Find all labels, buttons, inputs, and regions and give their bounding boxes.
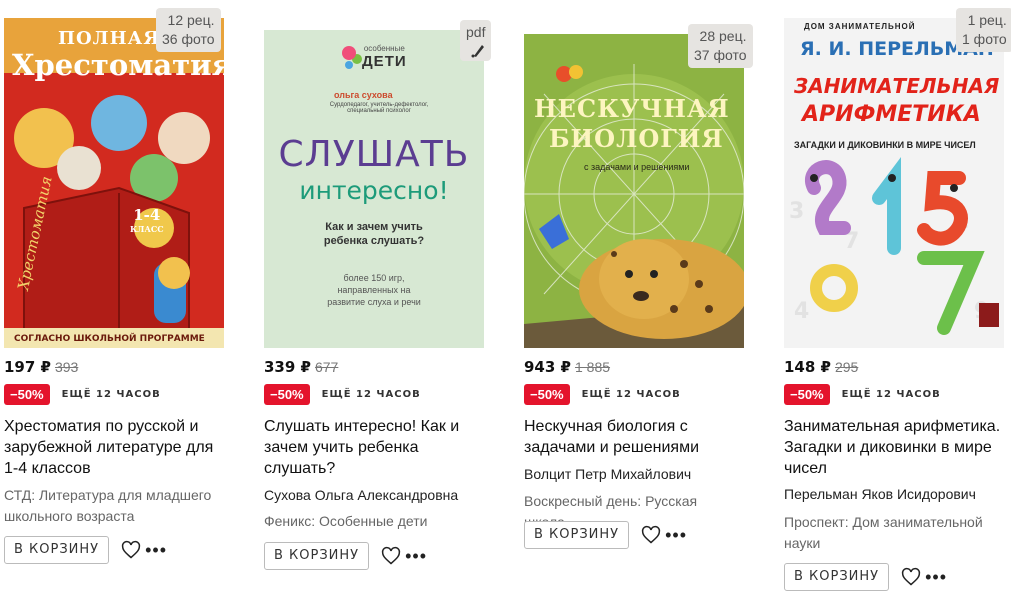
cover-bottom-text: СОГЛАСНО ШКОЛЬНОЙ ПРОГРАММЕ [14, 334, 205, 344]
promo-timer: ЕЩЁ 12 ЧАСОВ [61, 389, 161, 400]
cover-series: ДОМ ЗАНИМАТЕЛЬНОЙ [804, 22, 916, 31]
cover-grade-label: КЛАСС [130, 224, 164, 234]
discount-badge: −50% [4, 384, 50, 405]
heart-icon[interactable] [381, 546, 401, 566]
cover-grade-number: 1-4 [133, 206, 161, 224]
heart-icon[interactable] [121, 540, 141, 560]
review-photo-badge[interactable]: 12 рец. 36 фото [156, 8, 221, 52]
promo-timer: ЕЩЁ 12 ЧАСОВ [321, 389, 421, 400]
current-price: 943 ₽ [524, 358, 571, 376]
promo-timer: ЕЩЁ 12 ЧАСОВ [841, 389, 941, 400]
product-card: НЕСКУЧНАЯ БИОЛОГИЯ с задачами и решениям… [524, 0, 764, 602]
photo-count: 37 фото [694, 47, 747, 63]
logo-text: ДЕТИ [362, 53, 407, 70]
author-link[interactable]: Волцит Петр Михайлович [524, 466, 691, 482]
cover-title-line1: ЗАНИМАТЕЛЬНАЯ [794, 74, 1000, 98]
product-title-link[interactable]: Слушать интересно! Как и зачем учить реб… [264, 416, 489, 479]
cover-illustration: 37249 [784, 18, 1004, 348]
promo-row: −50% ЕЩЁ 12 ЧАСОВ [4, 384, 161, 405]
promo-row: −50% ЕЩЁ 12 ЧАСОВ [264, 384, 421, 405]
card-actions: В КОРЗИНУ ••• [264, 542, 427, 570]
review-count: 28 рец. [699, 28, 747, 44]
review-count: 1 рец. [967, 12, 1007, 28]
discount-badge: −50% [264, 384, 310, 405]
discount-badge: −50% [784, 384, 830, 405]
more-options-icon[interactable]: ••• [145, 541, 167, 559]
book-cover[interactable]: ПОЛНАЯ Хрестоматия 1-4 КЛАСС Хрестоматия… [4, 18, 224, 348]
svg-text:3: 3 [789, 199, 804, 224]
logo-flower-icon [342, 46, 356, 60]
old-price: 1 885 [574, 359, 611, 375]
cover-top-text: ПОЛНАЯ [58, 28, 161, 49]
current-price: 197 ₽ [4, 358, 51, 376]
current-price: 339 ₽ [264, 358, 311, 376]
cover-note: более 150 игр, направленных на развитие … [327, 273, 421, 307]
review-photo-badge[interactable]: 1 рец. 1 фото [956, 8, 1011, 52]
cover-title: Хрестоматия [12, 48, 224, 82]
product-title-link[interactable]: Нескучная биология с задачами и решениям… [524, 416, 749, 458]
card-actions: В КОРЗИНУ ••• [784, 563, 947, 591]
more-options-icon[interactable]: ••• [925, 568, 947, 586]
photo-count: 36 фото [162, 31, 215, 47]
author-link[interactable]: Перельман Яков Исидорович [784, 486, 976, 502]
more-options-icon[interactable]: ••• [405, 547, 427, 565]
cover-author-role: Сурдопедагог, учитель-дефектолог, специа… [329, 102, 429, 114]
cover-title-line1: НЕСКУЧНАЯ [534, 94, 730, 123]
cover-author: ольга сухова [334, 90, 393, 100]
author-link[interactable]: Сухова Ольга Александровна [264, 487, 458, 503]
old-price: 677 [314, 359, 339, 375]
cover-subtitle: ЗАГАДКИ И ДИКОВИНКИ В МИРЕ ЧИСЕЛ [794, 140, 976, 150]
promo-row: −50% ЕЩЁ 12 ЧАСОВ [524, 384, 681, 405]
discount-badge: −50% [524, 384, 570, 405]
pdf-badge[interactable]: pdf [460, 20, 492, 61]
cover-grade: 1-4 КЛАСС [130, 206, 164, 234]
publisher-logo: особенные ДЕТИ [342, 44, 407, 70]
promo-timer: ЕЩЁ 12 ЧАСОВ [581, 389, 681, 400]
photo-count: 1 фото [962, 31, 1007, 47]
book-cover[interactable]: 37249 ДОМ ЗАНИМАТЕЛЬНОЙ Я. И. ПЕРЕЛЬМАН … [784, 18, 1004, 348]
promo-row: −50% ЕЩЁ 12 ЧАСОВ [784, 384, 941, 405]
product-title-link[interactable]: Хрестоматия по русской и зарубежной лите… [4, 416, 229, 479]
pen-icon [471, 45, 485, 58]
cover-subtitle: с задачами и решениями [584, 162, 690, 172]
cover-subtitle: Как и зачем учить ребенка слушать? [323, 221, 425, 247]
current-price: 148 ₽ [784, 358, 831, 376]
publisher-link[interactable]: СТД: Литература для младшего школьного в… [4, 485, 219, 527]
card-actions: В КОРЗИНУ ••• [524, 521, 687, 549]
product-card: 37249 ДОМ ЗАНИМАТЕЛЬНОЙ Я. И. ПЕРЕЛЬМАН … [784, 0, 1011, 602]
heart-icon[interactable] [641, 525, 661, 545]
product-card: ПОЛНАЯ Хрестоматия 1-4 КЛАСС Хрестоматия… [4, 0, 244, 602]
old-price: 393 [54, 359, 79, 375]
add-to-cart-button[interactable]: В КОРЗИНУ [264, 542, 370, 570]
pdf-label: pdf [466, 24, 486, 40]
book-cover[interactable]: НЕСКУЧНАЯ БИОЛОГИЯ с задачами и решениям… [524, 34, 744, 348]
price-row: 339 ₽ 677 [264, 358, 338, 376]
publisher-link[interactable]: Феникс: Особенные дети [264, 511, 479, 532]
logo-small-text: особенные [363, 44, 405, 53]
add-to-cart-button[interactable]: В КОРЗИНУ [524, 521, 630, 549]
card-actions: В КОРЗИНУ ••• [4, 536, 167, 564]
add-to-cart-button[interactable]: В КОРЗИНУ [4, 536, 110, 564]
more-options-icon[interactable]: ••• [665, 526, 687, 544]
price-row: 148 ₽ 295 [784, 358, 858, 376]
book-cover[interactable]: особенные ДЕТИ ольга сухова Сурдопедагог… [264, 30, 484, 348]
cover-title-line2: интересно! [299, 176, 449, 205]
cover-title-line2: АРИФМЕТИКА [802, 102, 981, 127]
old-price: 295 [834, 359, 859, 375]
product-title-link[interactable]: Занимательная арифметика. Загадки и дико… [784, 416, 1009, 479]
publisher-link[interactable]: Проспект: Дом занимательной науки [784, 512, 999, 554]
price-row: 943 ₽ 1 885 [524, 358, 610, 376]
product-card: особенные ДЕТИ ольга сухова Сурдопедагог… [264, 0, 504, 602]
add-to-cart-button[interactable]: В КОРЗИНУ [784, 563, 890, 591]
heart-icon[interactable] [901, 567, 921, 587]
svg-text:4: 4 [794, 299, 809, 324]
review-count: 12 рец. [167, 12, 215, 28]
review-photo-badge[interactable]: 28 рец. 37 фото [688, 24, 753, 68]
cover-title-line1: СЛУШАТЬ [278, 134, 470, 175]
price-row: 197 ₽ 393 [4, 358, 78, 376]
cover-title-line2: БИОЛОГИЯ [549, 124, 724, 153]
cover-illustration [524, 34, 744, 348]
